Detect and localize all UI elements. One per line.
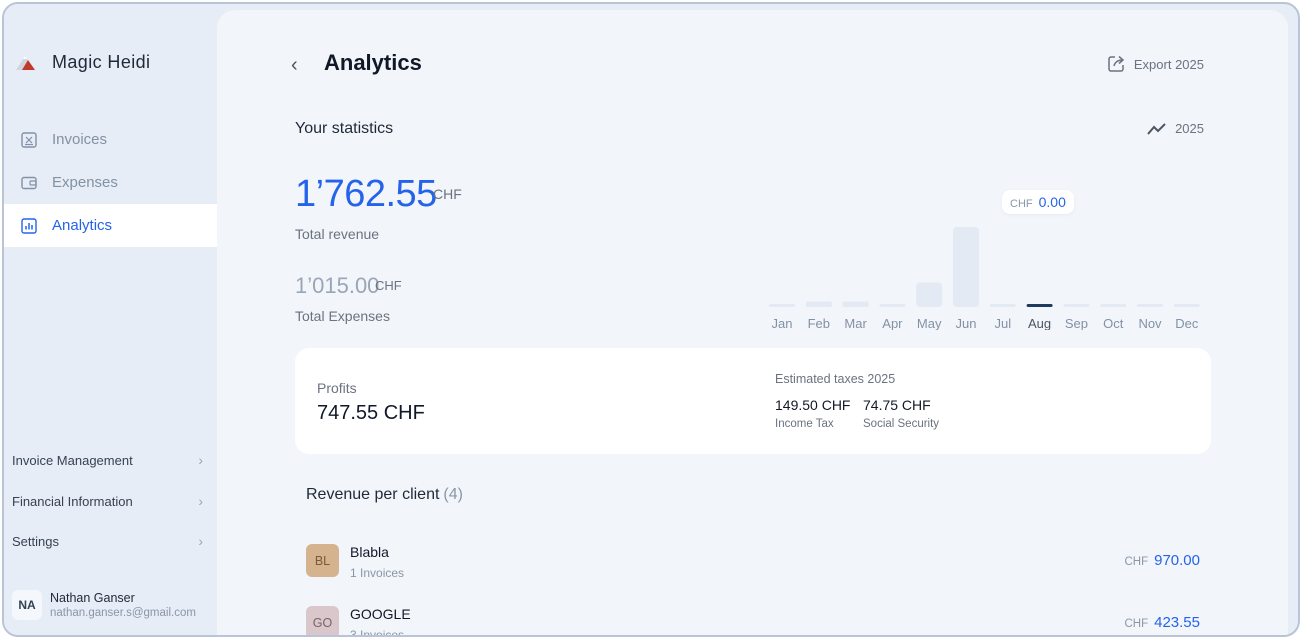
month-label-sep: Sep [1065,316,1088,330]
revenue-per-client-heading: Revenue per client (4) [306,486,463,504]
social-security-value: 74.75 CHF [863,397,931,413]
client-row[interactable]: GO GOOGLE 3 Invoices CHF 423.55 [306,606,1200,637]
brand[interactable]: Magic Heidi [14,52,150,73]
profits-value: 747.55 CHF [317,402,425,424]
estimated-taxes-title: Estimated taxes 2025 [775,372,896,386]
monthly-revenue-chart: Jan Feb Mar Apr May Jun Jul Aug Sep Oct Nov Dec [769,227,1200,330]
export-icon [1108,55,1125,72]
chevron-right-icon: › [198,452,203,468]
chevron-right-icon: › [198,533,203,549]
client-currency: CHF [1124,556,1149,568]
client-row[interactable]: BL Blabla 1 Invoices CHF 970.00 [306,544,1200,592]
sidebar-item-invoices[interactable]: Invoices [4,118,217,161]
month-label-jul: Jul [994,316,1011,330]
client-amount-value: 970.00 [1154,552,1200,569]
app-window: Magic Heidi Invoices Expenses Analytics [2,2,1300,637]
trend-icon [1147,122,1166,135]
client-avatar: GO [306,606,339,635]
month-label-nov: Nov [1138,316,1162,330]
sidebar-item-label: Analytics [52,217,113,234]
total-expenses-currency: CHF [375,278,402,293]
tooltip-currency: CHF [1010,198,1033,210]
client-name: GOOGLE [350,606,411,622]
chart-icon [20,217,38,235]
total-revenue-label: Total revenue [295,226,380,242]
sidebar-item-label: Expenses [52,174,118,191]
mountain-logo-icon [16,55,35,70]
section-financial-information[interactable]: Financial Information › [4,481,217,521]
user-name: Nathan Ganser [50,591,135,605]
sidebar-item-label: Invoices [52,131,108,148]
client-name: Blabla [350,544,389,560]
bar-aug[interactable] [1026,304,1053,307]
income-tax-value: 149.50 CHF [775,397,851,413]
section-invoice-management[interactable]: Invoice Management › [4,440,217,480]
clients-title: Revenue per client [306,486,440,503]
bar-dec[interactable] [1173,304,1200,307]
month-label-apr: Apr [882,316,903,330]
total-expenses-value: 1’015.00 [295,273,380,298]
client-currency: CHF [1124,618,1149,630]
bar-sep[interactable] [1063,304,1090,307]
bar-jul[interactable] [989,304,1016,307]
user-profile[interactable]: NA Nathan Ganser nathan.ganser.s@gmail.c… [12,590,196,620]
month-label-oct: Oct [1103,316,1124,330]
section-label: Settings [12,533,59,549]
section-settings[interactable]: Settings › [4,521,217,561]
client-avatar: BL [306,544,339,577]
bar-nov[interactable] [1137,304,1163,307]
client-amount-value: 423.55 [1154,614,1200,631]
section-label: Invoice Management [12,452,133,468]
chevron-right-icon: › [198,493,203,509]
total-revenue-value: 1’762.55 [295,173,437,215]
year-label: 2025 [1175,121,1204,136]
client-invoice-count: 3 Invoices [350,628,405,637]
bar-jan[interactable] [769,304,795,307]
bar-mar[interactable] [842,301,869,307]
month-label-aug: Aug [1028,316,1051,330]
bar-apr[interactable] [879,304,906,307]
chart-tooltip: CHF 0.00 [1002,190,1074,214]
back-chevron-icon[interactable]: ‹ [291,54,298,77]
month-label-feb: Feb [808,316,830,330]
total-expenses-label: Total Expenses [295,308,390,324]
tooltip-value: 0.00 [1038,194,1066,210]
month-label-mar: Mar [844,316,867,330]
month-label-jun: Jun [956,316,977,330]
client-amount: CHF 970.00 [1124,552,1200,569]
section-label: Financial Information [12,493,133,509]
invoice-icon [20,131,38,149]
export-button[interactable]: Export 2025 [1106,54,1204,74]
user-email: nathan.ganser.s@gmail.com [50,607,196,619]
clients-count: (4) [443,486,463,503]
social-security-label: Social Security [863,418,940,430]
month-label-jan: Jan [772,316,793,330]
statistics-heading: Your statistics [295,120,394,137]
sidebar: Magic Heidi Invoices Expenses Analytics [4,4,217,635]
export-label: Export 2025 [1133,56,1204,72]
profits-label: Profits [317,380,357,396]
client-invoice-count: 1 Invoices [350,566,405,580]
total-revenue-currency: CHF [433,186,462,202]
bar-jun[interactable] [953,227,979,307]
sidebar-item-expenses[interactable]: Expenses [4,161,217,204]
app-name: Magic Heidi [52,52,151,72]
sidebar-item-analytics[interactable]: Analytics [4,204,217,247]
bar-may[interactable] [916,282,943,307]
profits-card: Profits 747.55 CHF Estimated taxes 2025 … [295,348,1211,454]
main-panel: ‹ Analytics Export 2025 Your statistics … [217,10,1288,637]
bar-oct[interactable] [1100,304,1127,307]
wallet-icon [20,174,38,192]
page-title: Analytics [324,50,422,75]
income-tax-label: Income Tax [775,418,834,430]
month-label-may: May [917,316,942,330]
month-label-dec: Dec [1175,316,1199,330]
bar-feb[interactable] [805,301,832,307]
client-amount: CHF 423.55 [1124,614,1200,631]
year-selector[interactable]: 2025 [1147,121,1204,136]
avatar: NA [12,590,42,620]
sidebar-nav: Invoices Expenses Analytics [4,118,217,247]
